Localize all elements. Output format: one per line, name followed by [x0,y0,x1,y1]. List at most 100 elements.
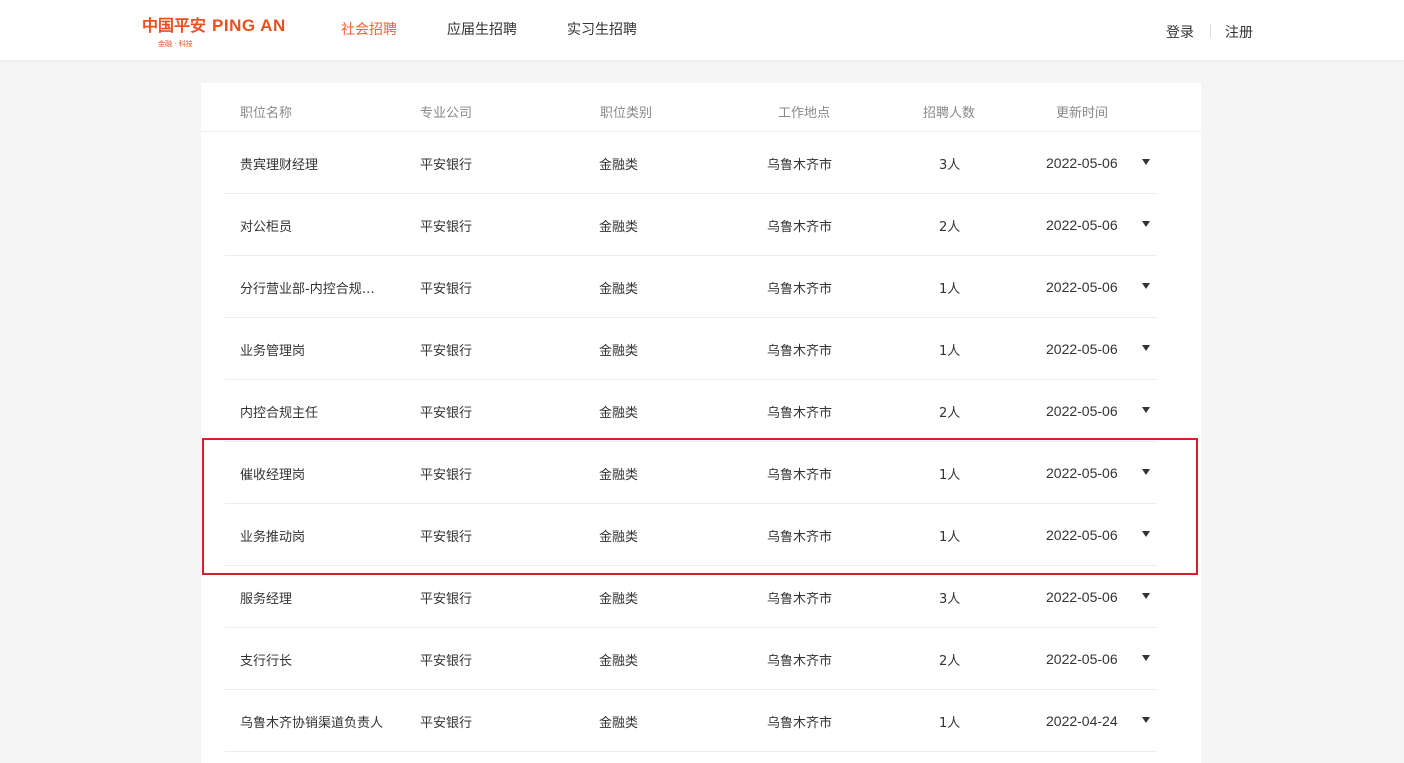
auth-divider [1210,24,1211,38]
expand-caret-icon[interactable] [1142,221,1150,227]
job-row[interactable]: 对公柜员 平安银行 金融类 乌鲁木齐市 2人 2022-05-06 [225,194,1157,256]
job-location: 乌鲁木齐市 [767,158,833,173]
job-company: 平安银行 [420,406,473,421]
pingan-logo[interactable]: 中国平安 PING AN 金融 · 科技 [142,17,302,49]
job-category: 金融类 [599,282,639,297]
job-row[interactable]: 乌鲁木齐协销渠道负责人 平安银行 金融类 乌鲁木齐市 1人 2022-04-24 [225,690,1157,752]
header-updated: 更新时间 [1056,106,1109,121]
job-title: 业务管理岗 [240,344,306,359]
logo-english-text: PING AN [212,16,286,35]
job-updated-date: 2022-05-06 [1046,589,1118,605]
job-category: 金融类 [599,592,639,607]
job-headcount: 2人 [939,654,961,669]
job-category: 金融类 [599,406,639,421]
job-row[interactable]: 业务管理岗 平安银行 金融类 乌鲁木齐市 1人 2022-05-06 [225,318,1157,380]
job-row[interactable]: 催收经理岗 平安银行 金融类 乌鲁木齐市 1人 2022-05-06 [225,442,1157,504]
job-row[interactable]: 业务推动岗 平安银行 金融类 乌鲁木齐市 1人 2022-05-06 [225,504,1157,566]
job-updated-date: 2022-05-06 [1046,465,1118,481]
job-headcount: 1人 [939,282,961,297]
job-location: 乌鲁木齐市 [767,468,833,483]
job-title: 业务推动岗 [240,530,306,545]
job-title: 服务经理 [240,592,293,607]
expand-caret-icon[interactable] [1142,531,1150,537]
job-updated-date: 2022-05-06 [1046,527,1118,543]
job-headcount: 1人 [939,716,961,731]
job-title: 分行营业部-内控合规… [240,282,375,297]
job-row[interactable]: 支行行长 平安银行 金融类 乌鲁木齐市 2人 2022-05-06 [225,628,1157,690]
header-headcount: 招聘人数 [923,106,976,121]
nav-intern-recruitment[interactable]: 实习生招聘 [567,19,637,39]
job-updated-date: 2022-05-06 [1046,217,1118,233]
job-title: 贵宾理财经理 [240,158,319,173]
job-company: 平安银行 [420,220,473,235]
expand-caret-icon[interactable] [1142,345,1150,351]
job-title: 乌鲁木齐协销渠道负责人 [240,716,384,731]
nav-campus-recruitment[interactable]: 应届生招聘 [447,19,517,39]
header-job-title: 职位名称 [240,106,293,121]
register-link[interactable]: 注册 [1225,22,1253,42]
job-row[interactable]: 内控合规主任 平安银行 金融类 乌鲁木齐市 2人 2022-05-06 [225,380,1157,442]
job-company: 平安银行 [420,530,473,545]
logo-chinese-text: 中国平安 [142,16,207,35]
job-category: 金融类 [599,716,639,731]
job-category: 金融类 [599,654,639,669]
table-header: 职位名称 专业公司 职位类别 工作地点 招聘人数 更新时间 [201,83,1201,132]
expand-caret-icon[interactable] [1142,407,1150,413]
job-headcount: 1人 [939,530,961,545]
job-updated-date: 2022-05-06 [1046,279,1118,295]
expand-caret-icon[interactable] [1142,283,1150,289]
job-headcount: 1人 [939,468,961,483]
job-updated-date: 2022-04-24 [1046,713,1118,729]
job-title: 对公柜员 [240,220,293,235]
job-category: 金融类 [599,220,639,235]
job-company: 平安银行 [420,344,473,359]
job-updated-date: 2022-05-06 [1046,155,1118,171]
expand-caret-icon[interactable] [1142,655,1150,661]
job-headcount: 3人 [939,592,961,607]
job-location: 乌鲁木齐市 [767,220,833,235]
job-company: 平安银行 [420,158,473,173]
job-category: 金融类 [599,530,639,545]
job-updated-date: 2022-05-06 [1046,341,1118,357]
job-location: 乌鲁木齐市 [767,530,833,545]
expand-caret-icon[interactable] [1142,159,1150,165]
top-navigation-bar: 中国平安 PING AN 金融 · 科技 社会招聘 应届生招聘 实习生招聘 登录… [0,0,1404,60]
logo-tagline: 金融 · 科技 [158,40,193,48]
job-category: 金融类 [599,158,639,173]
job-updated-date: 2022-05-06 [1046,651,1118,667]
job-location: 乌鲁木齐市 [767,592,833,607]
job-company: 平安银行 [420,468,473,483]
nav-social-recruitment[interactable]: 社会招聘 [341,19,397,39]
job-title: 内控合规主任 [240,406,319,421]
job-headcount: 2人 [939,406,961,421]
job-location: 乌鲁木齐市 [767,406,833,421]
job-title: 支行行长 [240,654,293,669]
job-location: 乌鲁木齐市 [767,716,833,731]
job-company: 平安银行 [420,282,473,297]
login-link[interactable]: 登录 [1166,22,1194,42]
expand-caret-icon[interactable] [1142,717,1150,723]
job-location: 乌鲁木齐市 [767,344,833,359]
job-category: 金融类 [599,344,639,359]
job-row[interactable]: 贵宾理财经理 平安银行 金融类 乌鲁木齐市 3人 2022-05-06 [225,132,1157,194]
header-location: 工作地点 [778,106,831,121]
job-headcount: 1人 [939,344,961,359]
header-company: 专业公司 [420,106,473,121]
job-updated-date: 2022-05-06 [1046,403,1118,419]
job-list-panel: 职位名称 专业公司 职位类别 工作地点 招聘人数 更新时间 贵宾理财经理 平安银… [201,83,1201,763]
job-headcount: 2人 [939,220,961,235]
job-location: 乌鲁木齐市 [767,654,833,669]
job-category: 金融类 [599,468,639,483]
header-category: 职位类别 [600,106,653,121]
expand-caret-icon[interactable] [1142,469,1150,475]
expand-caret-icon[interactable] [1142,593,1150,599]
job-headcount: 3人 [939,158,961,173]
job-location: 乌鲁木齐市 [767,282,833,297]
job-row[interactable]: 分行营业部-内控合规… 平安银行 金融类 乌鲁木齐市 1人 2022-05-06 [225,256,1157,318]
job-title: 催收经理岗 [240,468,306,483]
job-company: 平安银行 [420,592,473,607]
logo-wordmark: 中国平安 PING AN [142,17,302,34]
job-company: 平安银行 [420,654,473,669]
job-company: 平安银行 [420,716,473,731]
job-row[interactable]: 服务经理 平安银行 金融类 乌鲁木齐市 3人 2022-05-06 [225,566,1157,628]
